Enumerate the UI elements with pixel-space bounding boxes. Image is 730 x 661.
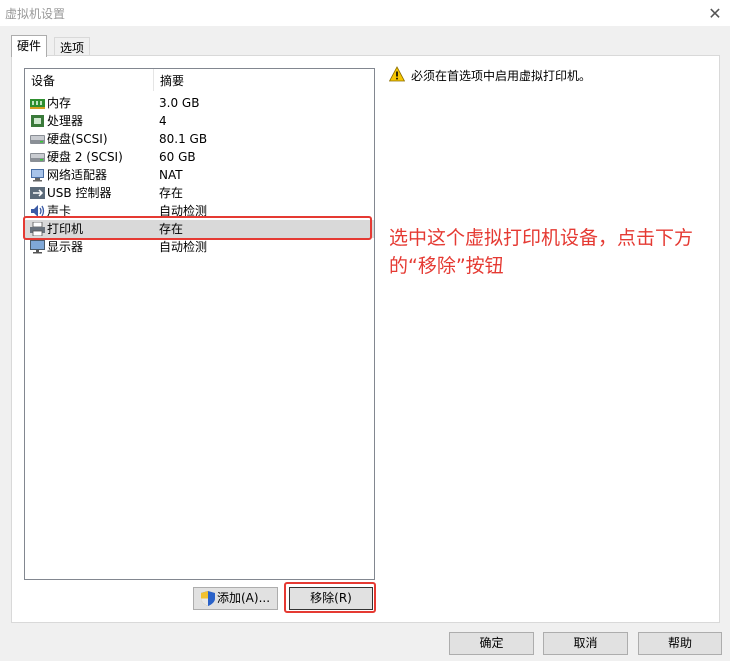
device-summary: 4 <box>159 114 167 128</box>
tab-hardware[interactable]: 硬件 <box>11 35 48 57</box>
usb-icon <box>30 187 45 199</box>
list-header: 设备 摘要 <box>25 69 374 91</box>
warning-icon <box>389 66 405 82</box>
device-name: 处理器 <box>47 114 84 128</box>
device-summary: 存在 <box>159 186 184 200</box>
hard-disk-icon <box>30 153 45 162</box>
device-row-usb-controller[interactable]: USB 控制器 存在 <box>25 184 374 202</box>
device-name: 内存 <box>47 96 72 110</box>
device-row-hard-disk-2[interactable]: 硬盘 2 (SCSI) 60 GB <box>25 148 374 166</box>
annotation-text: 选中这个虚拟打印机设备，点击下方的“移除”按钮 <box>389 227 694 277</box>
device-name: 显示器 <box>47 240 84 254</box>
device-summary: 3.0 GB <box>159 96 200 110</box>
help-button[interactable]: 帮助 <box>638 632 722 655</box>
remove-button-highlight <box>284 582 376 613</box>
device-summary: 60 GB <box>159 150 196 164</box>
add-button[interactable]: 添加(A)... <box>193 587 278 610</box>
hardware-panel: 设备 摘要 内存 3.0 GB 处理器 4 硬盘(SCSI) 80.1 GB 硬 <box>11 55 720 623</box>
device-row-processor[interactable]: 处理器 4 <box>25 112 374 130</box>
warning-text: 必须在首选项中启用虚拟打印机。 <box>411 69 592 83</box>
device-list[interactable]: 设备 摘要 内存 3.0 GB 处理器 4 硬盘(SCSI) 80.1 GB 硬 <box>24 68 375 580</box>
device-name: 网络适配器 <box>47 168 108 182</box>
tab-options[interactable]: 选项 <box>54 37 91 57</box>
device-summary: NAT <box>159 168 183 182</box>
device-name: 硬盘(SCSI) <box>47 132 108 146</box>
add-button-label: 添加(A)... <box>217 591 271 605</box>
processor-icon <box>31 115 44 127</box>
ok-button[interactable]: 确定 <box>449 632 534 655</box>
dialog-client: 硬件 选项 设备 摘要 内存 3.0 GB 处理器 4 硬盘(SCSI) 80.… <box>0 26 730 661</box>
close-icon[interactable]: ✕ <box>700 0 730 26</box>
device-name: USB 控制器 <box>47 186 112 200</box>
device-row-hard-disk[interactable]: 硬盘(SCSI) 80.1 GB <box>25 130 374 148</box>
memory-icon <box>30 99 45 109</box>
column-header-device[interactable]: 设备 <box>25 69 154 91</box>
cancel-button[interactable]: 取消 <box>543 632 628 655</box>
device-row-network-adapter[interactable]: 网络适配器 NAT <box>25 166 374 184</box>
uac-shield-icon <box>201 591 215 606</box>
column-header-summary[interactable]: 摘要 <box>154 69 374 91</box>
display-icon <box>30 240 45 254</box>
network-adapter-icon <box>31 169 44 182</box>
window-title: 虚拟机设置 <box>5 7 66 21</box>
device-summary: 80.1 GB <box>159 132 208 146</box>
device-name: 硬盘 2 (SCSI) <box>47 150 123 164</box>
title-bar: 虚拟机设置 ✕ <box>0 0 730 26</box>
hard-disk-icon <box>30 135 45 144</box>
printer-row-highlight <box>23 216 372 240</box>
device-summary: 自动检测 <box>159 240 208 254</box>
device-row-display[interactable]: 显示器 自动检测 <box>25 238 374 256</box>
device-row-memory[interactable]: 内存 3.0 GB <box>25 94 374 112</box>
